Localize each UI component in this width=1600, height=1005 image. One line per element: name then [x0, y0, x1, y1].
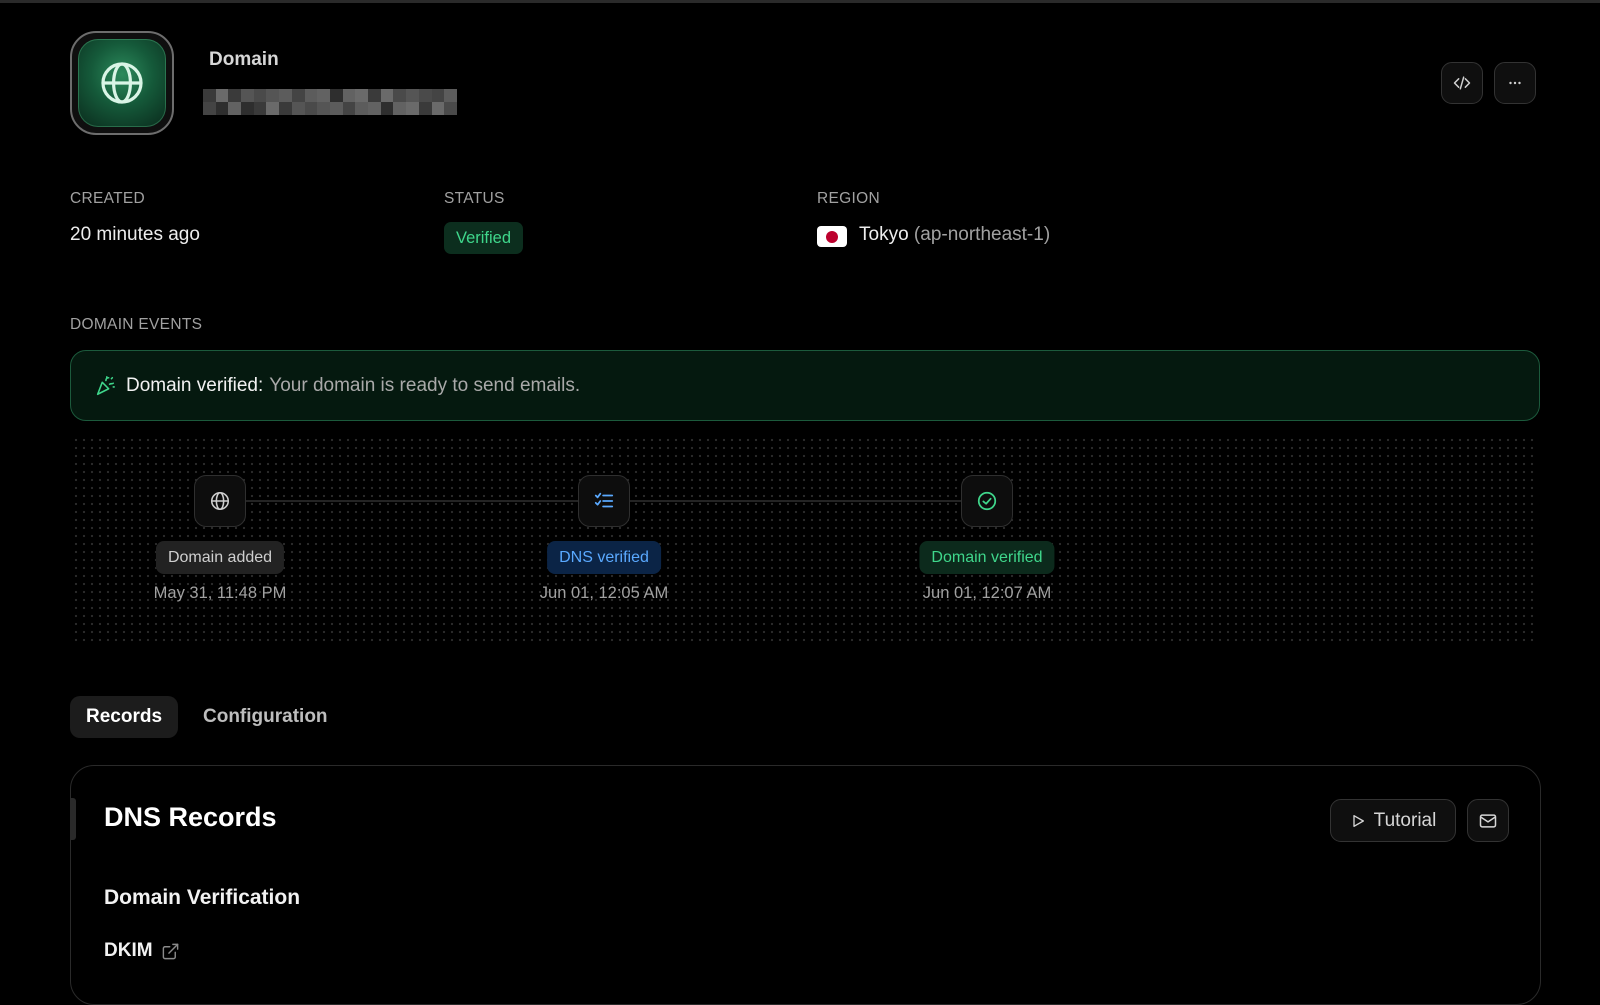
banner-title: Domain verified: [126, 374, 264, 396]
dns-records-card [70, 765, 1541, 1005]
step-time-domain-added: May 31, 11:48 PM [153, 584, 287, 602]
created-label: CREATED [70, 190, 146, 207]
tab-configuration[interactable]: Configuration [187, 696, 344, 738]
region-label: REGION [817, 190, 880, 207]
region-code: (ap-northeast-1) [913, 224, 1051, 245]
japan-flag-icon [817, 226, 847, 247]
checklist-icon [594, 492, 614, 508]
status-label: STATUS [444, 190, 505, 207]
more-horizontal-icon [1509, 81, 1521, 85]
top-divider [0, 0, 1600, 3]
entity-kind-label: Domain [209, 49, 279, 70]
external-link-icon[interactable] [161, 942, 180, 961]
email-records-button[interactable] [1467, 799, 1509, 842]
tutorial-button-label: Tutorial [1373, 809, 1437, 831]
card-accent-bar [70, 798, 76, 840]
timeline-node-dns-verified [578, 475, 630, 527]
mail-icon [1479, 813, 1497, 828]
dns-records-title: DNS Records [104, 802, 277, 832]
timeline-node-domain-added [194, 475, 246, 527]
globe-icon [210, 491, 230, 511]
step-label-domain-verified: Domain verified [919, 541, 1055, 574]
step-time-dns-verified: Jun 01, 12:05 AM [539, 584, 669, 602]
domain-verification-heading: Domain Verification [104, 886, 301, 909]
code-view-button[interactable] [1441, 62, 1483, 104]
code-icon [1453, 76, 1471, 90]
status-badge: Verified [444, 222, 524, 254]
timeline-background [72, 436, 1538, 644]
redacted-domain-name [203, 89, 457, 115]
banner-message: Your domain is ready to send emails. [269, 374, 581, 396]
globe-icon [78, 39, 166, 127]
check-circle-icon [977, 491, 997, 511]
region-value: Tokyo (ap-northeast-1) [859, 224, 1050, 246]
timeline-node-domain-verified [961, 475, 1013, 527]
tutorial-button[interactable]: Tutorial [1330, 799, 1456, 842]
party-popper-icon [96, 375, 115, 395]
created-value: 20 minutes ago [70, 224, 200, 245]
step-label-domain-added: Domain added [155, 541, 285, 574]
more-options-button[interactable] [1494, 62, 1536, 104]
domain-app-icon [70, 31, 174, 135]
tab-records[interactable]: Records [70, 696, 179, 738]
verification-banner: Domain verified: Your domain is ready to… [70, 350, 1540, 421]
step-time-domain-verified: Jun 01, 12:07 AM [922, 584, 1052, 602]
dkim-row: DKIM [104, 940, 180, 962]
domain-events-label: DOMAIN EVENTS [70, 316, 203, 333]
step-label-dns-verified: DNS verified [547, 541, 661, 574]
region-city: Tokyo [859, 224, 909, 245]
dkim-label: DKIM [104, 940, 153, 961]
play-icon [1353, 814, 1364, 827]
